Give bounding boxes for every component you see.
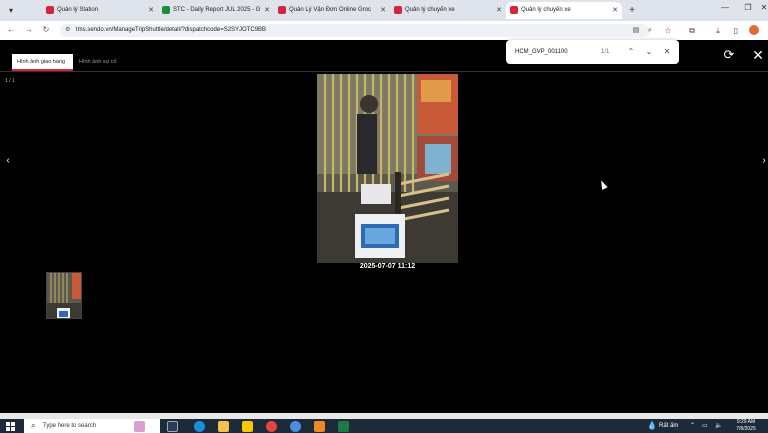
browser-tab-2[interactable]: STC - Daily Report JUL 2025 - G ✕ [158, 2, 274, 19]
sendo-favicon-icon [510, 6, 518, 14]
browser-toolbar: ← → ↻ ⚙ tms.sendo.vn/ManageTripShuttle/d… [0, 21, 768, 40]
address-bar[interactable]: ⚙ tms.sendo.vn/ManageTripShuttle/detail/… [60, 24, 652, 37]
clock-date: 7/8/2025 [736, 426, 756, 432]
app-icon-orange[interactable] [314, 421, 325, 432]
close-tab-icon[interactable]: ✕ [148, 2, 154, 19]
find-result-count: 1/1 [601, 49, 610, 55]
browser-tab-3[interactable]: Quản Lý Vận Đơn Online Groc ✕ [274, 2, 390, 19]
profile-avatar[interactable] [749, 25, 759, 35]
find-input[interactable]: HCM_GVP_001100 [515, 40, 568, 64]
browser-tab-5-active[interactable]: Quản lý chuyến xe ✕ [506, 2, 622, 19]
image-counter: 1 / 1 [5, 78, 15, 84]
download-icon[interactable]: ⤓ [712, 25, 724, 36]
sticky-notes-icon[interactable] [242, 421, 253, 432]
find-in-page-bar: HCM_GVP_001100 1/1 ⌃ ⌄ ✕ [506, 40, 679, 64]
tab-delivery-images[interactable]: Hình ảnh giao hàng [12, 54, 73, 71]
station-favicon-icon [46, 6, 54, 14]
close-window-icon[interactable]: ✕ [760, 3, 768, 12]
tab-incident-images[interactable]: Hình ảnh sự cố [74, 54, 134, 71]
chrome-icon[interactable] [290, 421, 301, 432]
mouse-cursor-icon [598, 179, 608, 190]
sendo-favicon-icon [278, 6, 286, 14]
app-icon-red[interactable] [266, 421, 277, 432]
find-close-icon[interactable]: ✕ [662, 40, 672, 64]
sendo-favicon-icon [394, 6, 402, 14]
close-tab-icon[interactable]: ✕ [496, 2, 502, 19]
find-next-icon[interactable]: ⌄ [644, 40, 654, 64]
sheets-favicon-icon [162, 6, 170, 14]
sidebar-icon[interactable]: ▯ [730, 25, 742, 36]
new-tab-icon[interactable]: + [626, 2, 638, 19]
browser-tab-4[interactable]: Quản lý chuyến xe ✕ [390, 2, 506, 19]
zoom-icon[interactable]: ⌕ [645, 25, 655, 36]
tray-chevron-icon[interactable]: ⌃ [690, 419, 695, 433]
weather-text[interactable]: Rất ấm [659, 419, 678, 433]
windows-start-icon[interactable] [6, 422, 15, 431]
windows-taskbar: ⌕ Type here to search 💧 Rất ấm ⌃ ▭ 🔈 9:2… [0, 419, 768, 433]
find-previous-icon[interactable]: ⌃ [626, 40, 636, 64]
taskbar-search-placeholder: Type here to search [43, 423, 97, 429]
browser-tab-1[interactable]: Quản lý Station ✕ [42, 2, 158, 19]
photo-thumbnail[interactable] [46, 272, 82, 319]
search-icon: ⌕ [31, 421, 36, 430]
widgets-icon[interactable] [134, 421, 145, 432]
next-image-arrow-icon[interactable]: › [760, 155, 768, 166]
close-tab-icon[interactable]: ✕ [612, 2, 618, 19]
browser-tab-label: Quản lý chuyến xe [405, 7, 455, 13]
star-icon[interactable]: ☆ [662, 25, 674, 36]
rotate-icon[interactable]: ⟳ [722, 48, 736, 62]
extensions-icon[interactable]: ⧉ [686, 25, 698, 36]
clock-time: 9:29 AM [736, 419, 756, 425]
browser-tab-label: STC - Daily Report JUL 2025 - G [173, 7, 260, 13]
close-tab-icon[interactable]: ✕ [380, 2, 386, 19]
network-icon[interactable]: ▭ [702, 419, 708, 433]
photo-thumbnail-image [47, 273, 81, 318]
delivery-photo[interactable] [317, 74, 458, 263]
tab-divider [0, 71, 768, 72]
delivery-photo-image [317, 74, 458, 263]
browser-tab-label: Quản Lý Vận Đơn Online Groc [289, 7, 371, 13]
tab-menu-icon[interactable]: ▾ [4, 4, 18, 17]
photo-timestamp: 2025-07-07 11:12 [359, 263, 416, 270]
browser-tab-strip: ▾ Quản lý Station ✕ STC - Daily Report J… [0, 0, 768, 21]
previous-image-arrow-icon[interactable]: ‹ [4, 155, 12, 166]
volume-icon[interactable]: 🔈 [715, 419, 722, 433]
minimize-icon[interactable]: — [719, 3, 731, 12]
translate-icon[interactable]: ▤ [631, 25, 641, 36]
url-text: tms.sendo.vn/ManageTripShuttle/detail/?d… [76, 27, 267, 33]
back-icon[interactable]: ← [5, 24, 17, 36]
taskbar-clock[interactable]: 9:29 AM 7/8/2025 [727, 419, 765, 433]
edge-icon[interactable] [194, 421, 205, 432]
browser-tab-label: Quản lý chuyến xe [521, 7, 571, 13]
close-viewer-icon[interactable]: ✕ [751, 48, 765, 62]
weather-icon[interactable]: 💧 [647, 419, 657, 433]
restore-icon[interactable]: ❐ [742, 3, 754, 12]
close-tab-icon[interactable]: ✕ [264, 2, 270, 19]
forward-icon[interactable]: → [23, 24, 35, 36]
excel-icon[interactable] [338, 421, 349, 432]
task-view-icon[interactable] [167, 421, 178, 432]
site-info-icon[interactable]: ⚙ [65, 27, 70, 34]
browser-tab-label: Quản lý Station [57, 7, 99, 13]
file-explorer-icon[interactable] [218, 421, 229, 432]
reload-icon[interactable]: ↻ [40, 24, 52, 36]
